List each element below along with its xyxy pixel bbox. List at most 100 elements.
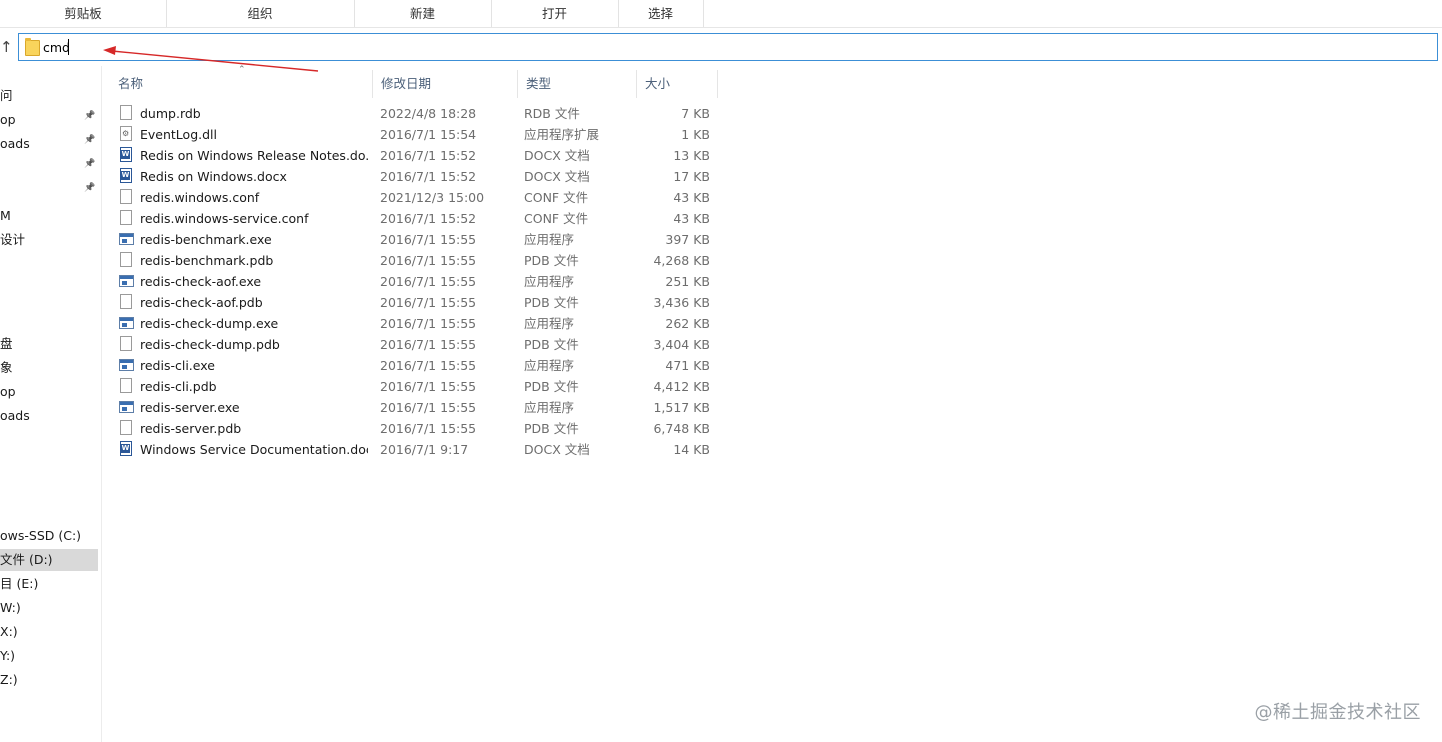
file-size: 4,412 KB bbox=[653, 379, 710, 394]
file-row[interactable]: Windows Service Documentation.docx 2016/7… bbox=[110, 439, 720, 460]
file-type: PDB 文件 bbox=[524, 295, 579, 310]
file-date: 2016/7/1 15:52 bbox=[380, 211, 477, 226]
file-name: redis-check-aof.pdb bbox=[140, 295, 263, 310]
file-size: 7 KB bbox=[681, 106, 710, 121]
file-size: 262 KB bbox=[665, 316, 710, 331]
nav-item[interactable]: 盘 bbox=[0, 333, 98, 355]
file-size: 43 KB bbox=[673, 211, 710, 226]
file-row[interactable]: redis-server.exe 2016/7/1 15:55 应用程序 1,517 … bbox=[110, 397, 720, 418]
file-type: DOCX 文档 bbox=[524, 442, 590, 457]
file-type: PDB 文件 bbox=[524, 337, 579, 352]
file-row[interactable]: EventLog.dll 2016/7/1 15:54 应用程序扩展 1 KB bbox=[110, 124, 720, 145]
file-icon bbox=[120, 252, 132, 267]
file-row[interactable]: Redis on Windows Release Notes.do... 2016… bbox=[110, 145, 720, 166]
file-date: 2022/4/8 18:28 bbox=[380, 106, 477, 121]
file-row[interactable]: redis-check-dump.exe 2016/7/1 15:55 应用程序 26… bbox=[110, 313, 720, 334]
file-size: 13 KB bbox=[673, 148, 710, 163]
file-name: redis-benchmark.exe bbox=[140, 232, 272, 247]
ribbon-group-clipboard[interactable]: 剪贴板 bbox=[0, 0, 167, 27]
file-date: 2016/7/1 15:55 bbox=[380, 400, 477, 415]
nav-item[interactable]: Y:) bbox=[0, 645, 98, 667]
pin-icon[interactable]: 📌 bbox=[84, 158, 95, 170]
nav-item[interactable]: W:) bbox=[0, 597, 98, 619]
address-input-value[interactable]: cmd bbox=[43, 40, 70, 55]
nav-item[interactable]: 设计 bbox=[0, 229, 98, 251]
file-icon bbox=[120, 210, 132, 225]
column-header-size[interactable]: 大小 bbox=[637, 70, 718, 98]
file-type: RDB 文件 bbox=[524, 106, 580, 121]
file-row[interactable]: redis.windows.conf 2021/12/3 15:00 CONF 文件… bbox=[110, 187, 720, 208]
nav-item[interactable]: 问 bbox=[0, 85, 98, 107]
pin-icon[interactable]: 📌 bbox=[84, 182, 95, 194]
file-name: redis.windows.conf bbox=[140, 190, 260, 205]
file-name: EventLog.dll bbox=[140, 127, 217, 142]
file-date: 2016/7/1 15:52 bbox=[380, 148, 477, 163]
file-date: 2016/7/1 15:55 bbox=[380, 337, 477, 352]
ribbon-group-organize[interactable]: 组织 bbox=[166, 0, 355, 27]
file-type: PDB 文件 bbox=[524, 421, 579, 436]
file-icon bbox=[120, 420, 132, 435]
file-type: PDB 文件 bbox=[524, 253, 579, 268]
nav-item[interactable]: 目 (E:) bbox=[0, 573, 98, 595]
file-size: 397 KB bbox=[665, 232, 710, 247]
nav-item[interactable]: X:) bbox=[0, 621, 98, 643]
up-arrow-icon[interactable]: ↑ bbox=[0, 37, 14, 57]
file-size: 471 KB bbox=[665, 358, 710, 373]
file-size: 3,404 KB bbox=[653, 337, 710, 352]
file-size: 3,436 KB bbox=[653, 295, 710, 310]
file-size: 4,268 KB bbox=[653, 253, 710, 268]
file-row[interactable]: redis-check-aof.pdb 2016/7/1 15:55 PDB 文件 3… bbox=[110, 292, 720, 313]
file-row[interactable]: redis-check-aof.exe 2016/7/1 15:55 应用程序 251… bbox=[110, 271, 720, 292]
ribbon-group-new[interactable]: 新建 bbox=[354, 0, 492, 27]
nav-item[interactable]: M bbox=[0, 205, 98, 227]
file-date: 2016/7/1 15:52 bbox=[380, 169, 477, 184]
nav-item[interactable]: 象 bbox=[0, 357, 98, 379]
nav-item[interactable]: ows-SSD (C:) bbox=[0, 525, 98, 547]
word-doc-icon bbox=[120, 168, 132, 183]
file-size: 1,517 KB bbox=[653, 400, 710, 415]
file-row[interactable]: dump.rdb 2022/4/8 18:28 RDB 文件 7 KB bbox=[110, 103, 720, 124]
file-row[interactable]: redis-cli.pdb 2016/7/1 15:55 PDB 文件 4,412 K… bbox=[110, 376, 720, 397]
file-date: 2016/7/1 15:55 bbox=[380, 295, 477, 310]
file-name: redis-cli.exe bbox=[140, 358, 215, 373]
pin-icon[interactable]: 📌 bbox=[84, 110, 95, 122]
nav-item[interactable]: Z:) bbox=[0, 669, 98, 691]
dll-icon bbox=[120, 126, 132, 141]
file-row[interactable]: redis-cli.exe 2016/7/1 15:55 应用程序 471 KB bbox=[110, 355, 720, 376]
file-date: 2016/7/1 15:55 bbox=[380, 274, 477, 289]
column-header-date[interactable]: 修改日期 bbox=[373, 70, 518, 98]
address-bar[interactable]: cmd bbox=[18, 33, 1438, 61]
file-icon bbox=[120, 105, 132, 120]
file-type: DOCX 文档 bbox=[524, 169, 590, 184]
file-type: 应用程序 bbox=[524, 358, 575, 373]
file-name: redis-cli.pdb bbox=[140, 379, 217, 394]
file-name: redis-server.pdb bbox=[140, 421, 242, 436]
watermark: @稀土掘金技术社区 bbox=[1254, 702, 1421, 723]
exe-icon bbox=[119, 275, 134, 287]
word-doc-icon bbox=[120, 441, 132, 456]
ribbon-group-open[interactable]: 打开 bbox=[491, 0, 619, 27]
file-row[interactable]: redis-server.pdb 2016/7/1 15:55 PDB 文件 6,74… bbox=[110, 418, 720, 439]
file-size: 14 KB bbox=[673, 442, 710, 457]
file-name: redis-server.exe bbox=[140, 400, 240, 415]
nav-item[interactable]: op bbox=[0, 381, 98, 403]
file-row[interactable]: redis.windows-service.conf 2016/7/1 15:52… bbox=[110, 208, 720, 229]
pin-icon[interactable]: 📌 bbox=[84, 134, 95, 146]
column-header-type[interactable]: 类型 bbox=[518, 70, 637, 98]
nav-item[interactable]: oads bbox=[0, 405, 98, 427]
file-row[interactable]: redis-benchmark.pdb 2016/7/1 15:55 PDB 文件 4… bbox=[110, 250, 720, 271]
file-date: 2016/7/1 15:55 bbox=[380, 232, 477, 247]
file-type: 应用程序 bbox=[524, 316, 575, 331]
file-date: 2016/7/1 15:55 bbox=[380, 358, 477, 373]
file-size: 1 KB bbox=[681, 127, 710, 142]
file-row[interactable]: Redis on Windows.docx 2016/7/1 15:52 DOCX … bbox=[110, 166, 720, 187]
navigation-pane[interactable]: 问 op oads M 设计盘象 op oads ows-SSD (C:) 文件 (D:) 目 (… bbox=[0, 66, 102, 742]
file-name: Redis on Windows Release Notes.do... bbox=[140, 148, 368, 163]
file-name: dump.rdb bbox=[140, 106, 201, 121]
file-type: DOCX 文档 bbox=[524, 148, 590, 163]
file-row[interactable]: redis-benchmark.exe 2016/7/1 15:55 应用程序 397… bbox=[110, 229, 720, 250]
file-row[interactable]: redis-check-dump.pdb 2016/7/1 15:55 PDB 文件… bbox=[110, 334, 720, 355]
file-icon bbox=[120, 336, 132, 351]
nav-item[interactable]: 文件 (D:) bbox=[0, 549, 98, 571]
ribbon-group-select[interactable]: 选择 bbox=[618, 0, 704, 27]
